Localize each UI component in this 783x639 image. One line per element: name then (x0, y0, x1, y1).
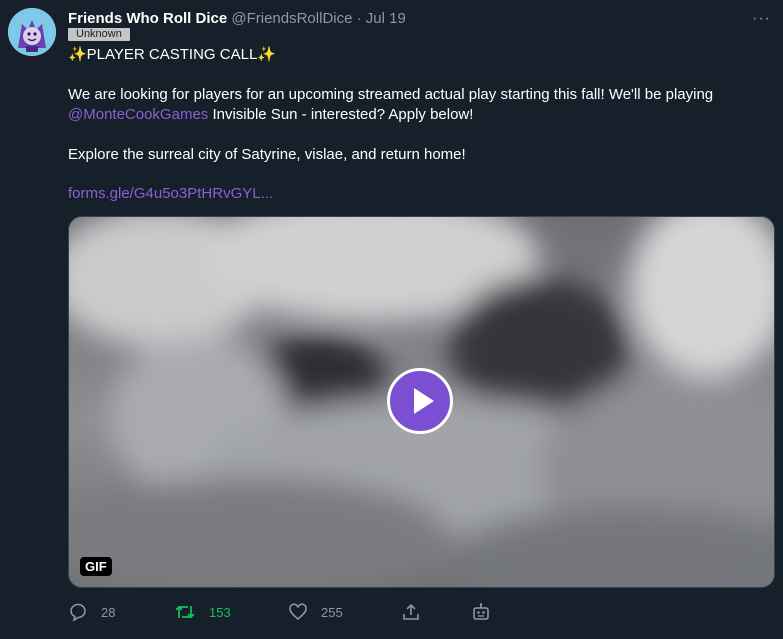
reply-icon (70, 603, 86, 622)
tweet-line-description: We are looking for players for an upcomi… (68, 86, 714, 103)
tweet-header: Friends Who Roll Dice @FriendsRollDice ·… (68, 10, 406, 27)
tweet-line-explore: Explore the surreal city of Satyrine, vi… (68, 146, 466, 163)
tweet-date[interactable]: Jul 19 (366, 10, 406, 27)
play-button[interactable] (387, 368, 453, 434)
like-button[interactable]: 255 (288, 600, 343, 624)
reply-button[interactable]: 28 (68, 600, 115, 624)
display-name[interactable]: Friends Who Roll Dice (68, 10, 227, 27)
status-badge: Unknown (68, 28, 130, 41)
play-icon (414, 388, 434, 414)
robot-icon (473, 603, 489, 620)
tweet-line-rest: Invisible Sun - interested? Apply below! (208, 106, 474, 123)
retweet-button[interactable]: 153 (174, 600, 231, 624)
like-count: 255 (321, 604, 343, 620)
avatar-image (8, 8, 56, 56)
retweet-count: 153 (209, 604, 231, 620)
tweet-line-title: ✨PLAYER CASTING CALL✨ (68, 46, 276, 63)
gif-badge: GIF (80, 557, 112, 576)
share-icon (403, 603, 419, 620)
heart-icon (289, 603, 307, 621)
share-button[interactable] (401, 600, 421, 624)
handle[interactable]: @FriendsRollDice (231, 10, 352, 27)
reply-count: 28 (101, 604, 116, 620)
separator: · (356, 10, 362, 27)
mention-link[interactable]: @MonteCookGames (68, 106, 208, 123)
form-link[interactable]: forms.gle/G4u5o3PtHRvGYL... (68, 185, 273, 202)
analytics-button[interactable] (471, 600, 491, 624)
avatar[interactable] (8, 8, 56, 56)
more-options-icon[interactable]: ··· (752, 10, 771, 28)
retweet-icon (175, 605, 195, 619)
tweet-line-mention: @MonteCookGames Invisible Sun - interest… (68, 106, 473, 123)
